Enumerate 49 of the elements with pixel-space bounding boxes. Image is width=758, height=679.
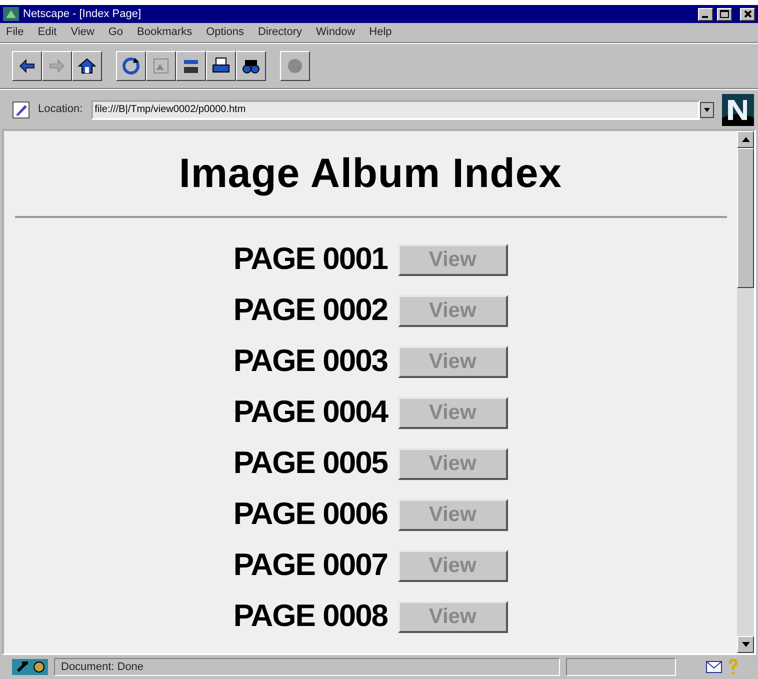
menu-item[interactable]: Go bbox=[108, 24, 124, 41]
mail-icon[interactable] bbox=[706, 661, 722, 673]
images-icon bbox=[151, 56, 171, 76]
forward-arrow-icon bbox=[47, 56, 67, 76]
logo-icon[interactable] bbox=[722, 94, 754, 126]
menu-item[interactable]: File bbox=[6, 24, 24, 41]
window-title: Netscape - [Index Page] bbox=[23, 6, 142, 22]
menu-item[interactable]: Directory bbox=[258, 24, 302, 41]
home-button[interactable] bbox=[72, 51, 102, 81]
page-label: PAGE 0004 bbox=[233, 393, 388, 432]
open-button[interactable] bbox=[176, 51, 206, 81]
security-icon[interactable] bbox=[12, 659, 48, 675]
scrollbar-thumb[interactable] bbox=[737, 148, 754, 288]
up-arrow-icon bbox=[742, 137, 750, 142]
page-label: PAGE 0007 bbox=[233, 546, 388, 584]
app-icon bbox=[3, 7, 19, 21]
page-label: PAGE 0003 bbox=[233, 342, 388, 380]
page-label: PAGE 0002 bbox=[233, 291, 388, 330]
scroll-down-button[interactable] bbox=[737, 636, 754, 653]
reload-icon bbox=[121, 56, 141, 76]
home-icon bbox=[77, 56, 97, 76]
page-label: PAGE 0005 bbox=[233, 444, 388, 482]
menu-item[interactable]: Bookmarks bbox=[137, 24, 192, 41]
status-text: Document: Done bbox=[61, 660, 144, 675]
page-heading: Image Album Index bbox=[179, 153, 562, 194]
location-label: Location: bbox=[38, 102, 83, 118]
menu-item[interactable]: Edit bbox=[38, 24, 57, 41]
find-button[interactable] bbox=[236, 51, 266, 81]
print-button[interactable] bbox=[206, 51, 236, 81]
down-arrow-icon bbox=[742, 642, 750, 647]
close-button[interactable] bbox=[740, 8, 755, 20]
back-button[interactable] bbox=[12, 51, 42, 81]
page-label: PAGE 0001 bbox=[233, 240, 388, 278]
dropdown-icon[interactable] bbox=[700, 102, 714, 118]
location-field[interactable]: file:///B|/Tmp/view0002/p0000.htm bbox=[90, 100, 700, 120]
menu-item[interactable]: Help bbox=[369, 24, 392, 41]
page-label: PAGE 0006 bbox=[233, 495, 388, 534]
stop-icon bbox=[285, 56, 305, 76]
page-label: PAGE 0008 bbox=[233, 597, 388, 636]
close-icon bbox=[744, 10, 752, 18]
maximize-icon bbox=[720, 10, 729, 18]
menu-item[interactable]: Window bbox=[316, 24, 356, 41]
reload-button[interactable] bbox=[116, 51, 146, 81]
minimize-button[interactable] bbox=[698, 8, 713, 20]
scroll-up-button[interactable] bbox=[737, 131, 754, 148]
menu-item[interactable]: Options bbox=[206, 24, 244, 41]
maximize-button[interactable] bbox=[717, 8, 732, 20]
back-arrow-icon bbox=[17, 56, 37, 76]
menu-item[interactable]: View bbox=[70, 24, 94, 41]
